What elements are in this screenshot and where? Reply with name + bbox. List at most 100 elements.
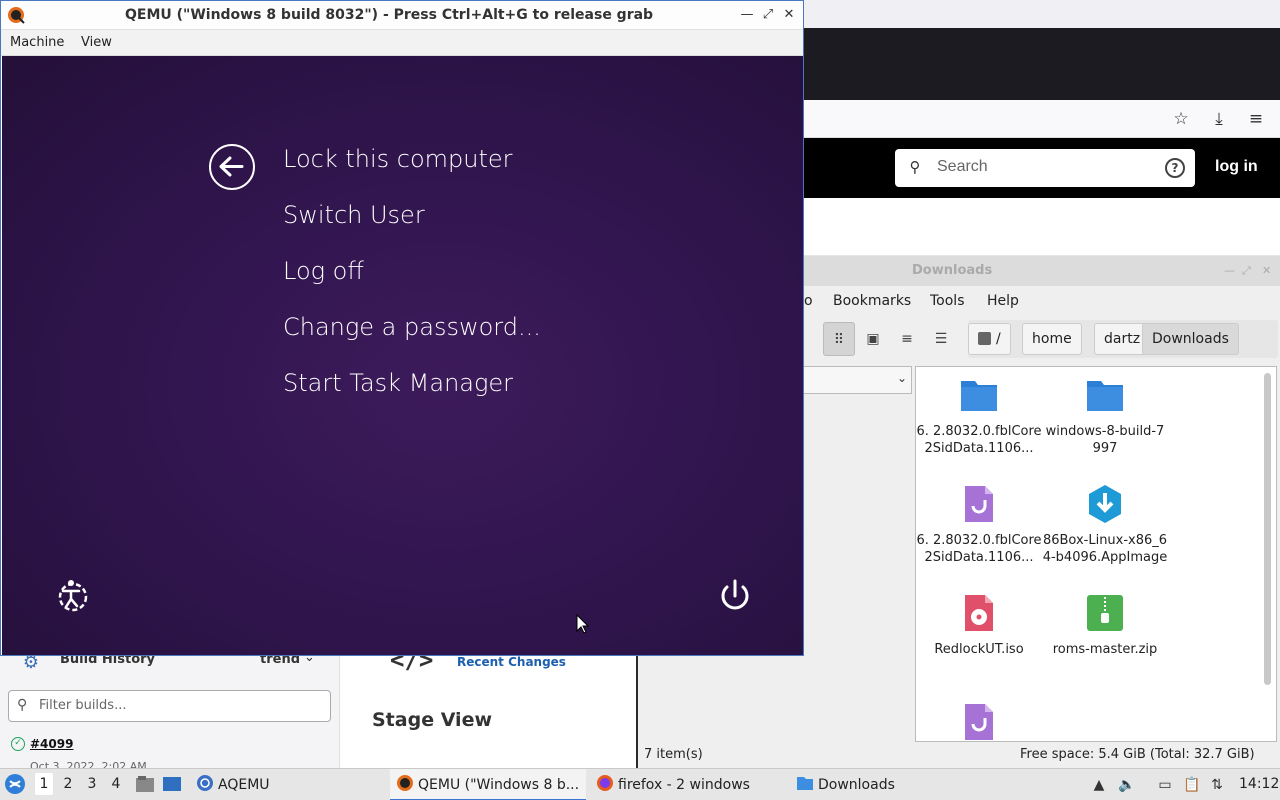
file-item[interactable]: 6. 2.8032.0.fblCore 2SidData.1106...: [916, 375, 1042, 457]
volume-icon[interactable]: 🔈: [1118, 776, 1136, 794]
stage-view-title: Stage View: [372, 709, 493, 731]
hamburger-menu-icon[interactable]: ≡: [1245, 108, 1267, 130]
qemu-icon: [8, 7, 25, 24]
folder-icon: [959, 375, 999, 415]
appimage-download-icon: [1085, 484, 1125, 524]
chevron-down-icon: ⌄: [896, 371, 907, 385]
file-name: 6. 2.8032.0.fblCore 2SidData.1106...: [916, 424, 1042, 456]
clipboard-icon[interactable]: 📋: [1183, 776, 1201, 794]
compact-view-icon[interactable]: ≡: [891, 322, 923, 356]
success-check-icon: ✓: [11, 737, 25, 751]
menu-help[interactable]: Help: [987, 293, 1019, 309]
status-free-space: Free space: 5.4 GiB (Total: 32.7 GiB): [1020, 747, 1255, 762]
option-lock-computer[interactable]: Lock this computer: [283, 145, 513, 173]
task-label: QEMU ("Windows 8 b...: [418, 777, 580, 793]
mouse-pointer-icon: [576, 614, 590, 634]
firefox-icon: [597, 775, 613, 791]
option-change-password[interactable]: Change a password...: [283, 313, 541, 341]
help-icon[interactable]: ?: [1165, 158, 1185, 178]
path-bar: / home dartz Downloads: [968, 320, 1278, 358]
task-label: AQEMU: [218, 777, 270, 793]
menu-machine[interactable]: Machine: [10, 35, 64, 50]
file-name: 86Box-Linux-x86_64-b4096.AppImage: [1042, 533, 1168, 565]
task-firefox[interactable]: firefox - 2 windows: [596, 769, 750, 800]
workspace-4[interactable]: 4: [107, 776, 125, 792]
build-history-panel: ⚙ Build History trend ⌄ ⚲ Filter builds.…: [0, 640, 340, 773]
downloads-icon[interactable]: ⤓: [1208, 108, 1230, 130]
menu-view[interactable]: View: [81, 35, 112, 50]
qemu-window: QEMU ("Windows 8 build 8032") - Press Ct…: [0, 0, 804, 656]
maximize-icon[interactable]: ⤢: [1242, 264, 1251, 278]
detailed-list-view-icon[interactable]: ☰: [925, 322, 957, 356]
torrent-file-icon: [959, 484, 999, 524]
path-root-label: /: [996, 331, 1001, 347]
file-item[interactable]: windows-8-build-7997: [1042, 375, 1168, 457]
option-task-manager[interactable]: Start Task Manager: [283, 369, 513, 397]
filter-builds-input[interactable]: ⚲ Filter builds...: [8, 690, 331, 722]
scrollbar[interactable]: [1264, 373, 1271, 685]
clock[interactable]: 14:12: [1239, 776, 1279, 792]
recent-changes-link[interactable]: Recent Changes: [457, 655, 566, 669]
file-item[interactable]: [916, 702, 1042, 742]
torrent-file-icon: [959, 702, 999, 742]
workspace-1[interactable]: 1: [35, 773, 53, 795]
thumbnail-view-icon[interactable]: ▣: [857, 322, 889, 356]
path-root[interactable]: /: [968, 323, 1011, 355]
power-icon[interactable]: [715, 576, 755, 616]
taskbar: 1 2 3 4 AQEMU QEMU ("Windows 8 b... fire…: [0, 768, 1280, 800]
file-name: 6. 2.8032.0.fblCore 2SidData.1106...: [916, 533, 1042, 565]
file-name: roms-master.zip: [1052, 642, 1158, 657]
folder-icon: [1085, 375, 1125, 415]
option-switch-user[interactable]: Switch User: [283, 201, 425, 229]
login-link[interactable]: log in: [1215, 158, 1258, 176]
start-menu-icon[interactable]: [4, 773, 26, 795]
file-item[interactable]: roms-master.zip: [1042, 593, 1168, 658]
search-icon: ⚲: [17, 697, 28, 713]
build-link[interactable]: #4099: [30, 737, 73, 751]
file-manager-launcher-icon[interactable]: [135, 775, 155, 793]
tray-arrow-icon[interactable]: ▲: [1090, 776, 1108, 794]
filter-placeholder: Filter builds...: [39, 698, 127, 713]
aqemu-icon: [197, 775, 213, 791]
option-log-off[interactable]: Log off: [283, 257, 364, 285]
ease-of-access-icon[interactable]: [55, 577, 91, 613]
display-icon[interactable]: ▭: [1156, 776, 1174, 794]
disc-image-icon: [959, 593, 999, 633]
close-icon[interactable]: ✕: [1262, 264, 1271, 277]
window-title: Downloads: [912, 263, 993, 278]
minimize-icon[interactable]: —: [1224, 264, 1235, 277]
file-grid: 6. 2.8032.0.fblCore 2SidData.1106... win…: [915, 366, 1277, 742]
file-item[interactable]: 86Box-Linux-x86_64-b4096.AppImage: [1042, 484, 1168, 566]
task-label: Downloads: [818, 777, 895, 793]
qemu-titlebar[interactable]: QEMU ("Windows 8 build 8032") - Press Ct…: [1, 1, 803, 30]
file-item[interactable]: RedlockUT.iso: [916, 593, 1042, 658]
task-downloads[interactable]: Downloads: [796, 769, 895, 800]
zip-archive-icon: [1085, 593, 1125, 633]
task-qemu[interactable]: QEMU ("Windows 8 b...: [390, 769, 586, 800]
jenkins-page: ⚙ Build History trend ⌄ ⚲ Filter builds.…: [0, 640, 636, 773]
path-downloads[interactable]: Downloads: [1142, 323, 1239, 355]
path-home[interactable]: home: [1022, 323, 1082, 355]
status-item-count: 7 item(s): [644, 747, 703, 762]
workspace-2[interactable]: 2: [59, 776, 77, 792]
icon-view-icon[interactable]: ⠿: [823, 322, 855, 356]
search-placeholder: Search: [937, 158, 988, 175]
qemu-menubar: Machine View: [1, 30, 803, 56]
menu-tools[interactable]: Tools: [930, 293, 965, 309]
workspace-3[interactable]: 3: [83, 776, 101, 792]
qemu-icon: [397, 775, 413, 791]
menu-bookmarks[interactable]: Bookmarks: [833, 293, 911, 309]
network-icon[interactable]: ⇅: [1208, 776, 1226, 794]
back-arrow-icon[interactable]: [209, 144, 255, 190]
bookmark-star-icon[interactable]: ☆: [1170, 108, 1192, 130]
minimize-icon[interactable]: —: [739, 7, 755, 23]
close-icon[interactable]: ✕: [781, 7, 797, 23]
site-search-box[interactable]: ⚲ Search ?: [895, 149, 1195, 187]
task-aqemu[interactable]: AQEMU: [196, 769, 270, 800]
file-item[interactable]: 6. 2.8032.0.fblCore 2SidData.1106...: [916, 484, 1042, 566]
maximize-icon[interactable]: ⤢: [760, 7, 776, 23]
guest-display[interactable]: Lock this computer Switch User Log off C…: [2, 56, 803, 655]
desktop-launcher-icon[interactable]: [162, 775, 182, 793]
file-name: RedlockUT.iso: [934, 642, 1024, 657]
menu-go[interactable]: o: [804, 293, 813, 309]
